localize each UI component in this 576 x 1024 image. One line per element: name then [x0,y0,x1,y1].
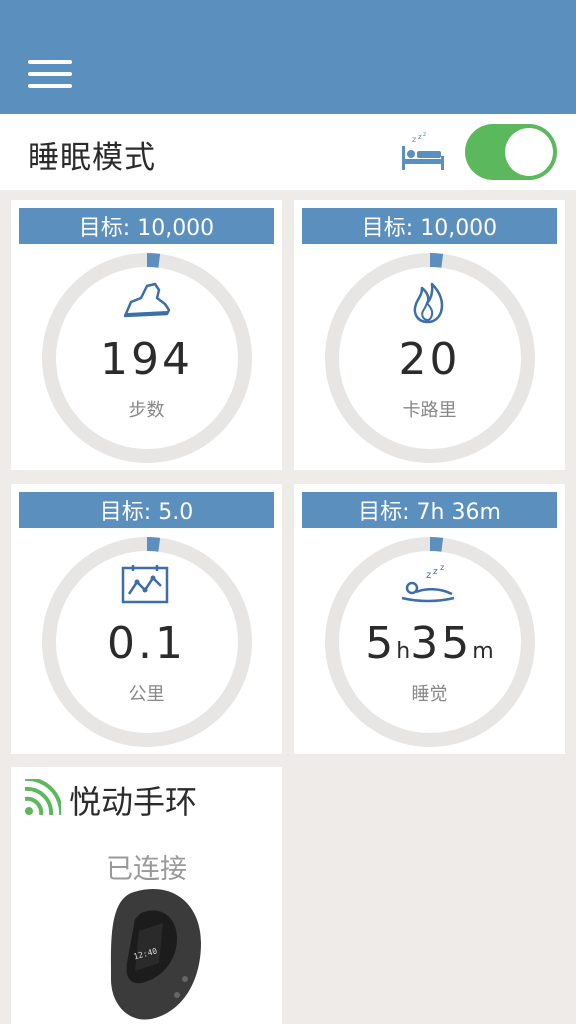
calories-card[interactable]: 目标: 10,000 20 卡路里 [294,200,565,470]
toggle-knob [505,128,553,176]
hamburger-menu-icon[interactable] [28,60,72,88]
distance-label: 公里 [128,684,165,705]
sleep-hours: 5 [365,618,397,669]
device-status: 已连接 [106,854,187,885]
svg-text:z: z [418,133,422,141]
svg-text:z: z [423,132,426,138]
svg-text:z: z [426,570,431,581]
device-card[interactable]: 悦动手环 已连接 12:40 [11,767,282,1024]
distance-goal: 目标: 5.0 [19,492,274,528]
shoe-icon [123,282,171,318]
app-header [0,0,576,114]
distance-card[interactable]: 目标: 5.0 0.1 公里 [11,484,282,754]
device-title: 悦动手环 [69,783,198,821]
steps-value: 194 [100,334,193,385]
sleep-goal: 目标: 7h 36m [302,492,557,528]
sleep-label: 睡觉 [411,684,448,705]
distance-chart-icon [121,565,169,604]
sleep-value: 5h35m [294,618,565,669]
sleeping-person-icon: z z z [401,564,455,603]
svg-text:z: z [412,135,416,144]
steps-card[interactable]: 目标: 10,000 194 步数 [11,200,282,470]
flame-icon [413,282,444,324]
distance-value: 0.1 [107,618,186,669]
fitness-band-image: 12:40 [110,888,201,1020]
calories-goal: 目标: 10,000 [302,208,557,244]
steps-goal: 目标: 10,000 [19,208,274,244]
signal-icon [24,779,61,816]
calories-label: 卡路里 [402,400,457,421]
sleep-mode-title: 睡眠模式 [28,140,156,176]
sleep-hours-unit: h [396,639,411,664]
svg-text:z: z [440,564,444,572]
steps-label: 步数 [128,400,165,421]
sleep-mode-bar: 睡眠模式 z z z [0,114,576,190]
sleep-minutes-unit: m [472,639,494,664]
sleep-minutes: 35 [410,618,473,669]
sleep-mode-toggle[interactable] [465,124,557,180]
sleep-card[interactable]: 目标: 7h 36m z z z 5h35m 睡觉 [294,484,565,754]
bed-icon: z z z [402,132,444,170]
svg-text:z: z [433,567,438,577]
calories-value: 20 [398,334,461,385]
